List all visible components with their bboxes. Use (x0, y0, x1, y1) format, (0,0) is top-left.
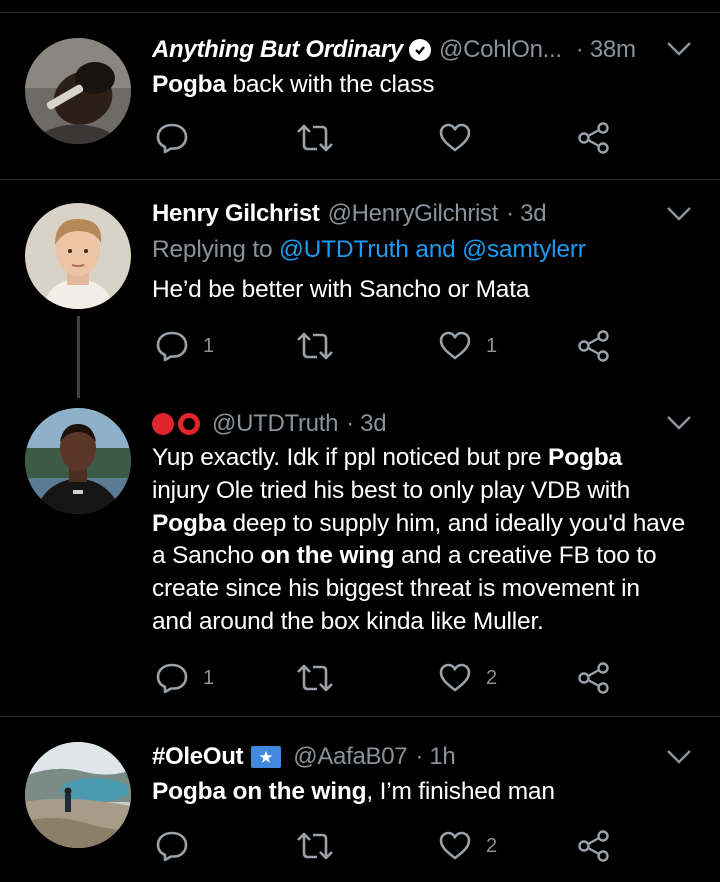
text-line: Yup exactly. Idk if ppl noticed but pre … (152, 442, 698, 475)
tweet-header: @UTDTruth · 3d (152, 408, 650, 440)
timestamp[interactable]: · 3d (506, 200, 546, 228)
avatar[interactable] (25, 742, 131, 848)
share-button[interactable] (577, 658, 611, 698)
user-handle[interactable]: @AafaB07 (293, 743, 407, 771)
chevron-down-icon[interactable] (666, 40, 692, 58)
like-button[interactable]: 2 (438, 826, 497, 866)
retweet-button[interactable] (295, 326, 335, 366)
tweet-actions: 2 (155, 826, 625, 866)
avatar[interactable] (25, 408, 131, 514)
retweet-button[interactable] (295, 658, 335, 698)
chevron-down-icon[interactable] (666, 748, 692, 766)
retweet-icon (297, 664, 333, 692)
retweet-icon (297, 332, 333, 360)
text-part: Pogba (152, 71, 226, 98)
tweet-header: Anything But Ordinary @CohlOn... · 38m (152, 34, 650, 66)
text-line: injury Ole tried his best to only play V… (152, 475, 698, 508)
share-button[interactable] (577, 826, 611, 866)
top-divider (0, 12, 720, 13)
replying-to: Replying to @UTDTruth and @samtylerr (152, 233, 698, 266)
avatar[interactable] (25, 38, 131, 144)
retweet-icon (297, 832, 333, 860)
red-ring-icon (178, 413, 200, 435)
like-icon (439, 663, 471, 692)
share-icon (578, 662, 609, 694)
timestamp[interactable]: · 3d (346, 410, 386, 438)
reply-icon (156, 123, 188, 154)
like-icon (439, 831, 471, 860)
timestamp[interactable]: · 38m (576, 36, 636, 64)
retweet-button[interactable] (295, 826, 335, 866)
thread-line (77, 316, 80, 398)
like-button[interactable] (438, 118, 472, 158)
replying-to-users-link[interactable]: @UTDTruth and @samtylerr (279, 236, 586, 263)
text-line: a Sancho on the wing and a creative FB t… (152, 540, 698, 573)
chevron-down-icon[interactable] (666, 205, 692, 223)
share-icon (578, 330, 609, 362)
display-name[interactable]: Henry Gilchrist (152, 200, 320, 228)
text-part: on the wing (260, 542, 395, 570)
share-icon (578, 122, 609, 154)
reply-icon (156, 831, 188, 862)
tweet-divider (0, 716, 720, 717)
tweet-text: He’d be better with Sancho or Mata (152, 276, 530, 303)
text-part: Yup exactly. Idk if ppl noticed but pre (152, 444, 549, 471)
user-handle[interactable]: @CohlOn... (439, 36, 562, 64)
retweet-icon (297, 124, 333, 152)
share-button[interactable] (577, 326, 611, 366)
share-icon (578, 830, 609, 862)
text-part: create since his biggest threat is movem… (152, 575, 640, 603)
like-button[interactable]: 1 (438, 326, 497, 366)
tweet-actions: 1 2 (155, 658, 625, 698)
text-part: Pogba on the wing (152, 778, 367, 805)
like-icon (439, 123, 471, 152)
reply-count: 1 (203, 334, 215, 357)
text-line: create since his biggest threat is movem… (152, 573, 698, 606)
red-circle-icon (152, 413, 174, 435)
reply-icon (156, 331, 188, 362)
text-part: back with the class (225, 71, 435, 98)
text-part: and around the box kinda like Muller. (152, 607, 544, 635)
chevron-down-icon[interactable] (666, 414, 692, 432)
tweet-divider (0, 179, 720, 180)
tweet-actions (155, 118, 625, 158)
tweet-header: #OleOut @AafaB07 · 1h (152, 741, 650, 773)
like-icon (439, 331, 471, 360)
tweet-header: Henry Gilchrist @HenryGilchrist · 3d (152, 198, 650, 230)
replying-to-label: Replying to (152, 236, 273, 263)
text-line: and around the box kinda like Muller. (152, 606, 698, 639)
text-part: Pogba (548, 444, 622, 471)
display-name[interactable]: Anything But Ordinary (152, 36, 403, 64)
avatar[interactable] (25, 203, 131, 309)
reply-button[interactable] (155, 826, 189, 866)
text-part: and a creative FB too to (394, 542, 657, 570)
tweet-text: Yup exactly. Idk if ppl noticed but pre … (152, 442, 698, 639)
user-handle[interactable]: @UTDTruth (212, 410, 338, 438)
text-part: , I’m finished man (366, 778, 555, 805)
like-count: 1 (486, 334, 498, 357)
retweet-button[interactable] (295, 118, 335, 158)
verified-badge-icon (409, 39, 432, 61)
reply-button[interactable]: 1 (155, 658, 214, 698)
user-handle[interactable]: @HenryGilchrist (328, 200, 499, 228)
text-part: a Sancho (152, 542, 261, 570)
like-count: 2 (486, 834, 498, 857)
text-part: deep to supply him, and ideally you'd ha… (225, 509, 686, 537)
text-part: Pogba (152, 509, 226, 537)
reply-button[interactable]: 1 (155, 326, 214, 366)
like-count: 2 (486, 666, 498, 689)
reply-button[interactable] (155, 118, 189, 158)
timestamp[interactable]: · 1h (415, 743, 455, 771)
display-name[interactable]: #OleOut (152, 743, 244, 771)
reply-count: 1 (203, 666, 215, 689)
reply-icon (156, 663, 188, 694)
like-button[interactable]: 2 (438, 658, 497, 698)
text-part: injury Ole tried his best to only play V… (152, 476, 631, 504)
tweet-text: Pogba on the wing, I’m finished man (152, 775, 698, 808)
tweet-actions: 1 1 (155, 326, 625, 366)
tweet-text: Pogba back with the class (152, 68, 698, 101)
share-button[interactable] (577, 118, 611, 158)
text-line: Pogba deep to supply him, and ideally yo… (152, 508, 698, 541)
somalia-flag-icon (251, 746, 282, 768)
